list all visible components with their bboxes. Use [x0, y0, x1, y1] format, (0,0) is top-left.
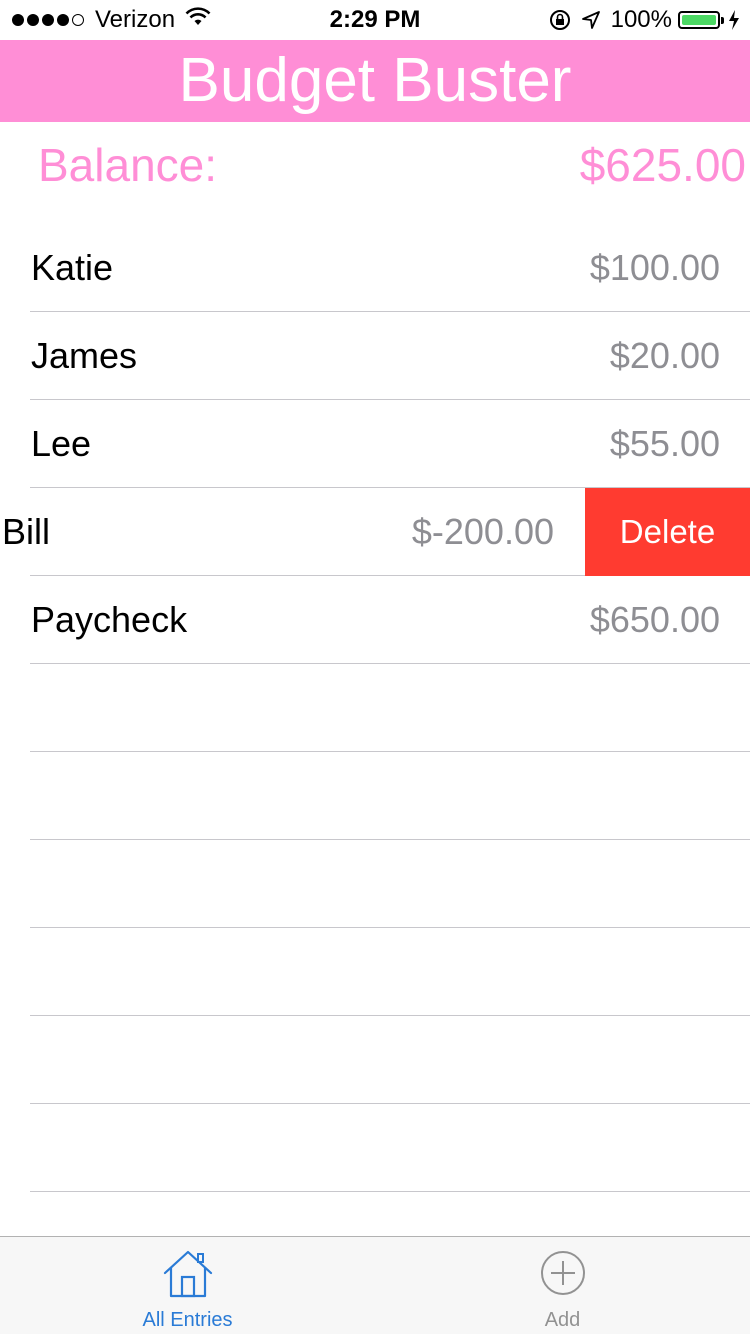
entry-amount: $55.00 — [609, 423, 720, 464]
status-bar: Verizon 2:29 PM 100% — [0, 0, 750, 40]
entry-name: James — [31, 335, 138, 376]
battery-icon — [678, 11, 724, 29]
app-title-bar: Budget Buster — [0, 40, 750, 122]
balance-label: Balance: — [38, 139, 218, 191]
empty-row — [0, 928, 750, 1016]
entry-name: Lee — [31, 423, 92, 464]
empty-row — [0, 752, 750, 840]
entry-amount: $20.00 — [609, 335, 720, 376]
app-title: Budget Buster — [178, 46, 572, 115]
rotation-lock-icon — [549, 9, 571, 31]
tab-bar: All Entries Add — [0, 1236, 750, 1334]
tab-label: All Entries — [142, 1309, 233, 1331]
table-row[interactable]: Lee $55.00 — [0, 400, 750, 488]
empty-row — [0, 840, 750, 928]
entries-table[interactable]: Katie $100.00 James $20.00 Lee $55.00 Bi… — [0, 224, 750, 1192]
table-row[interactable]: James $20.00 — [0, 312, 750, 400]
row-divider — [30, 1191, 750, 1192]
tab-all-entries[interactable]: All Entries — [0, 1237, 375, 1335]
charging-bolt-icon — [728, 10, 740, 30]
tab-add[interactable]: Add — [375, 1237, 750, 1335]
empty-row — [0, 664, 750, 752]
entry-name: Katie — [31, 247, 114, 288]
battery-percent: 100% — [610, 6, 672, 33]
entry-amount: $-200.00 — [411, 511, 554, 552]
entry-name: Paycheck — [31, 599, 188, 640]
table-row[interactable]: Katie $100.00 — [0, 224, 750, 312]
table-row-swiped[interactable]: Bill $-200.00 Delete — [0, 488, 750, 576]
entry-name: Bill — [2, 511, 51, 552]
entry-amount: $650.00 — [589, 599, 720, 640]
plus-circle-icon — [375, 1249, 750, 1297]
empty-row — [0, 1016, 750, 1104]
balance-value: $625.00 — [579, 139, 746, 191]
tab-label: Add — [544, 1309, 581, 1331]
entry-amount: $100.00 — [589, 247, 720, 288]
empty-row — [0, 1104, 750, 1192]
table-row[interactable]: Paycheck $650.00 — [0, 576, 750, 664]
delete-button[interactable]: Delete — [585, 488, 750, 576]
balance-row: Balance: $625.00 — [0, 122, 750, 210]
status-right: 100% — [539, 6, 740, 34]
house-icon — [0, 1249, 375, 1299]
location-arrow-icon — [581, 10, 601, 30]
